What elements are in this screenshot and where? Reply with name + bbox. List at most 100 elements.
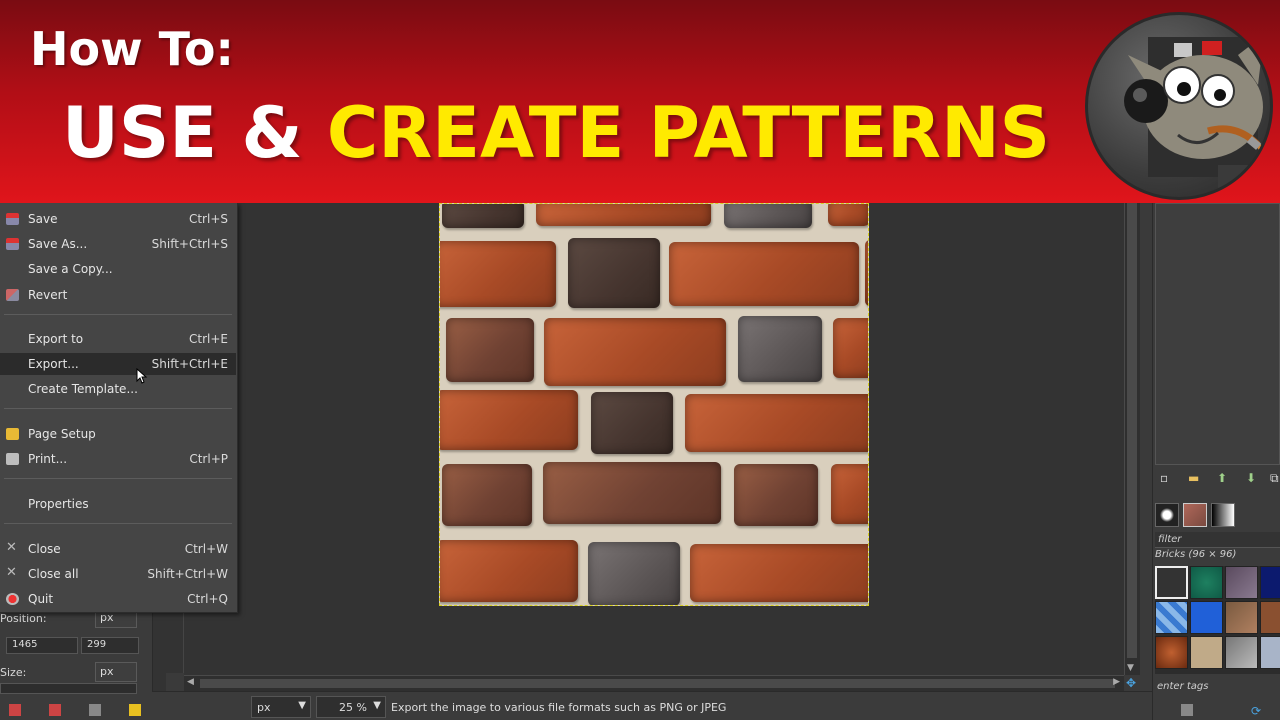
navigate-icon[interactable]: ✥ bbox=[1126, 676, 1140, 690]
gimp-window: ▼ ◀ ▶ ✥ Save Ctrl+S Save As... Shift+Ctr… bbox=[0, 0, 1280, 720]
save-tool-preset-icon[interactable] bbox=[9, 704, 21, 716]
restore-tool-preset-icon[interactable] bbox=[49, 704, 61, 716]
menu-separator bbox=[4, 408, 232, 409]
new-layer-group-icon[interactable]: ▬ bbox=[1188, 471, 1199, 485]
size-unit-select[interactable]: px bbox=[95, 662, 137, 682]
brick bbox=[543, 462, 721, 524]
menu-item-shortcut: Ctrl+P bbox=[189, 452, 228, 466]
menu-item-export[interactable]: Export... Shift+Ctrl+E bbox=[0, 353, 236, 375]
save-as-icon bbox=[6, 238, 19, 250]
vertical-scrollbar[interactable]: ▼ bbox=[1124, 203, 1140, 675]
brick bbox=[828, 204, 868, 226]
brick-image[interactable] bbox=[439, 203, 869, 606]
menu-item-save-a-copy[interactable]: Save a Copy... bbox=[0, 258, 236, 280]
pattern-swatch[interactable] bbox=[1260, 636, 1280, 669]
menu-item-label: Export to bbox=[28, 332, 84, 346]
scroll-right-arrow-icon[interactable]: ▶ bbox=[1113, 677, 1120, 687]
pattern-swatch[interactable] bbox=[1225, 566, 1258, 599]
duplicate-layer-icon[interactable]: ⧉ bbox=[1270, 471, 1279, 486]
menu-item-save[interactable]: Save Ctrl+S bbox=[0, 208, 236, 230]
pattern-filter-input[interactable]: filter bbox=[1155, 532, 1280, 548]
menu-item-create-template[interactable]: Create Template... bbox=[0, 378, 236, 400]
vertical-scrollbar-thumb[interactable] bbox=[1127, 203, 1137, 658]
position-x-field[interactable]: 1465 bbox=[6, 637, 78, 654]
brick bbox=[536, 204, 711, 226]
brick bbox=[440, 241, 556, 307]
menu-item-label: Save a Copy... bbox=[28, 262, 113, 276]
layers-list[interactable] bbox=[1155, 203, 1280, 465]
horizontal-scrollbar-thumb[interactable] bbox=[200, 679, 1115, 688]
pattern-swatch[interactable] bbox=[1155, 601, 1188, 634]
brick bbox=[591, 392, 673, 454]
menu-item-shortcut: Ctrl+W bbox=[184, 542, 228, 556]
title-banner: How To: USE & CREATE PATTERNS bbox=[0, 0, 1280, 203]
tags-input[interactable]: enter tags bbox=[1155, 681, 1280, 697]
brick bbox=[690, 544, 868, 602]
chevron-down-icon: ▼ bbox=[298, 700, 306, 711]
refresh-patterns-icon[interactable]: ⟳ bbox=[1251, 704, 1263, 718]
menu-item-shortcut: Ctrl+E bbox=[189, 332, 228, 346]
pattern-swatch[interactable] bbox=[1225, 601, 1258, 634]
pattern-swatch[interactable] bbox=[1260, 566, 1280, 599]
pattern-swatch[interactable] bbox=[1155, 566, 1188, 599]
brick bbox=[544, 318, 726, 386]
tags-placeholder: enter tags bbox=[1157, 681, 1209, 692]
pattern-swatch[interactable] bbox=[1190, 636, 1223, 669]
zoom-value: 25 % bbox=[339, 701, 367, 714]
page-setup-icon bbox=[6, 428, 19, 440]
size-unit-value: px bbox=[100, 665, 114, 678]
status-bar: px ▼ 25 % ▼ Export the image to various … bbox=[152, 691, 1152, 720]
new-layer-icon[interactable]: ▫ bbox=[1160, 471, 1168, 485]
menu-item-shortcut: Shift+Ctrl+S bbox=[151, 237, 228, 251]
brushes-tab-icon[interactable] bbox=[1155, 503, 1179, 527]
position-y-field[interactable]: 299 bbox=[81, 637, 139, 654]
close-icon: ✕ bbox=[6, 540, 17, 555]
filter-placeholder: filter bbox=[1158, 534, 1182, 545]
menu-separator bbox=[4, 523, 232, 524]
selected-pattern-name: Bricks (96 × 96) bbox=[1155, 549, 1237, 560]
menu-item-shortcut: Ctrl+Q bbox=[187, 592, 228, 606]
menu-item-print[interactable]: Print... Ctrl+P bbox=[0, 448, 236, 470]
gradients-tab-icon[interactable] bbox=[1211, 503, 1235, 527]
scroll-left-arrow-icon[interactable]: ◀ bbox=[187, 677, 194, 687]
banner-title-white: USE & bbox=[62, 92, 327, 174]
delete-tool-preset-icon[interactable] bbox=[89, 704, 101, 716]
menu-item-save-as[interactable]: Save As... Shift+Ctrl+S bbox=[0, 233, 236, 255]
menu-item-label: Close all bbox=[28, 567, 79, 581]
pattern-swatch[interactable] bbox=[1155, 636, 1188, 669]
pattern-swatch[interactable] bbox=[1190, 566, 1223, 599]
zoom-select[interactable]: 25 % ▼ bbox=[316, 696, 386, 718]
reset-tool-options-icon[interactable] bbox=[129, 704, 141, 716]
menu-item-close-all[interactable]: ✕ Close all Shift+Ctrl+W bbox=[0, 563, 236, 585]
unit-select[interactable]: px ▼ bbox=[251, 696, 311, 718]
banner-subtitle: How To: bbox=[30, 22, 234, 76]
menu-item-shortcut: Shift+Ctrl+W bbox=[147, 567, 228, 581]
menu-item-label: Save As... bbox=[28, 237, 88, 251]
menu-item-shortcut: Shift+Ctrl+E bbox=[151, 357, 228, 371]
menu-item-properties[interactable]: Properties bbox=[0, 493, 236, 515]
menu-item-page-setup[interactable]: Page Setup bbox=[0, 423, 236, 445]
horizontal-scrollbar[interactable]: ◀ ▶ bbox=[184, 675, 1124, 691]
scroll-down-arrow-icon[interactable]: ▼ bbox=[1127, 663, 1134, 673]
patterns-tab-icon[interactable] bbox=[1183, 503, 1207, 527]
lower-layer-icon[interactable]: ⬇ bbox=[1246, 471, 1256, 485]
pattern-swatch[interactable] bbox=[1260, 601, 1280, 634]
raise-layer-icon[interactable]: ⬆ bbox=[1217, 471, 1227, 485]
delete-pattern-icon[interactable] bbox=[1181, 704, 1193, 716]
brick bbox=[446, 318, 534, 382]
menu-separator bbox=[4, 314, 232, 315]
pattern-swatch[interactable] bbox=[1225, 636, 1258, 669]
menu-item-label: Save bbox=[28, 212, 58, 226]
tool-options-scrollbar[interactable] bbox=[0, 683, 137, 694]
menu-item-quit[interactable]: Quit Ctrl+Q bbox=[0, 588, 236, 610]
brick bbox=[588, 542, 680, 605]
menu-item-close[interactable]: ✕ Close Ctrl+W bbox=[0, 538, 236, 560]
chevron-down-icon: ▼ bbox=[373, 700, 381, 711]
menu-item-label: Close bbox=[28, 542, 61, 556]
menu-item-export-to[interactable]: Export to Ctrl+E bbox=[0, 328, 236, 350]
pattern-swatch[interactable] bbox=[1190, 601, 1223, 634]
position-label: Position: bbox=[0, 612, 47, 625]
menu-item-revert[interactable]: Revert bbox=[0, 284, 236, 306]
menu-item-label: Print... bbox=[28, 452, 68, 466]
patterns-grid[interactable] bbox=[1155, 566, 1280, 674]
